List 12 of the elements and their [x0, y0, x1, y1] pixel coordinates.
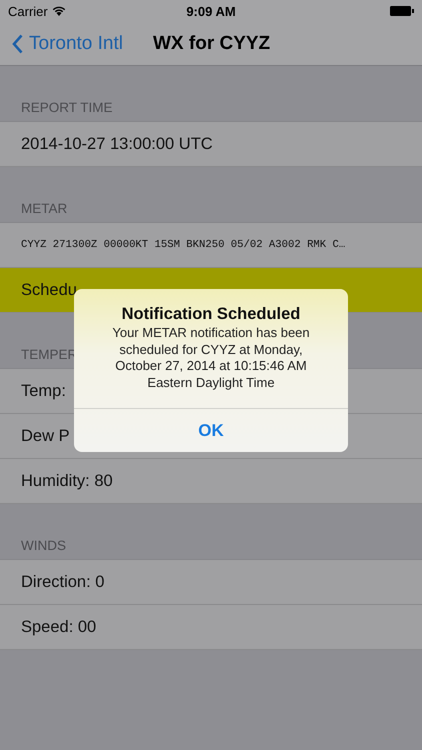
carrier-label: Carrier: [8, 4, 48, 18]
table-cell: Speed: 00: [0, 605, 422, 650]
section-header: METAR: [21, 201, 68, 216]
table-cell: Direction: 0: [0, 560, 422, 605]
table-cell: 2014-10-27 13:00:00 UTC: [0, 122, 422, 167]
section-header: REPORT TIME: [21, 100, 113, 115]
table-cell: CYYZ 271300Z 00000KT 15SM BKN250 05/02 A3002 RMK C…: [0, 223, 422, 268]
status-time: 9:09 AM: [186, 4, 236, 18]
table-cell: Humidity: 80: [0, 459, 422, 504]
section-header: WINDS: [21, 538, 66, 553]
nav-title: WX for CYYZ: [153, 32, 270, 54]
alert-title: Notification Scheduled: [120, 305, 302, 324]
